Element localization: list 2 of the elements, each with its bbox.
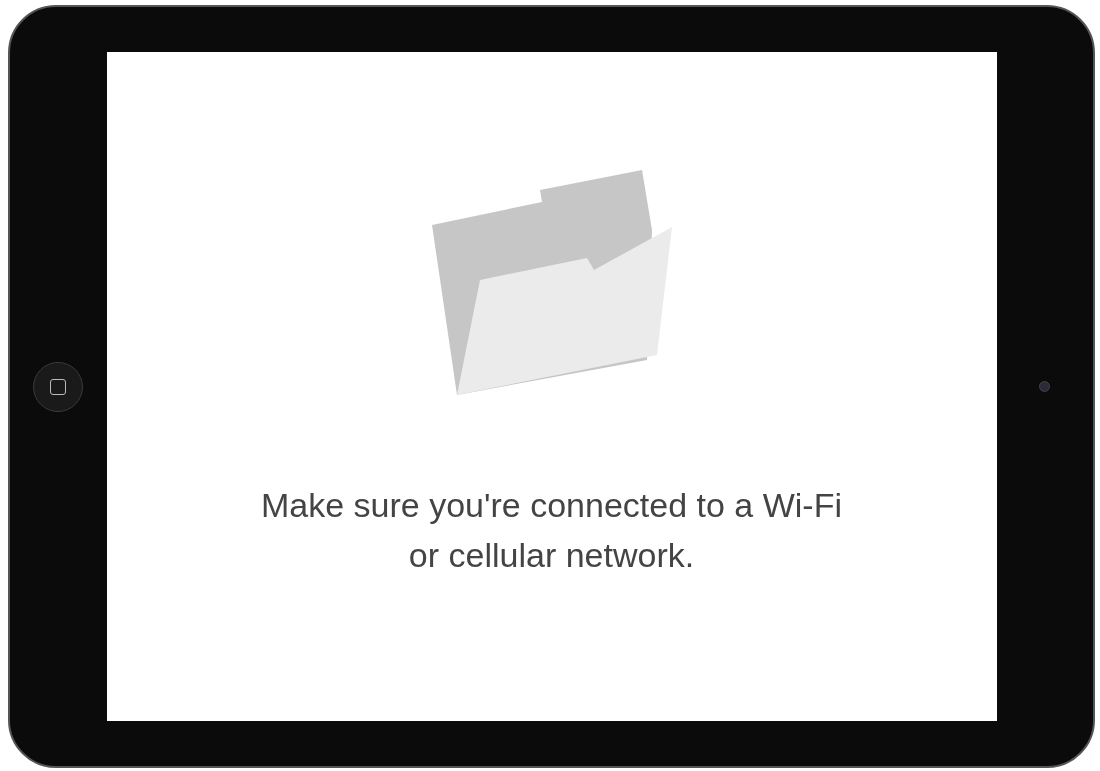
camera-icon [1039, 381, 1051, 392]
connection-message: Make sure you're connected to a Wi-Fi or cellular network. [260, 485, 843, 576]
